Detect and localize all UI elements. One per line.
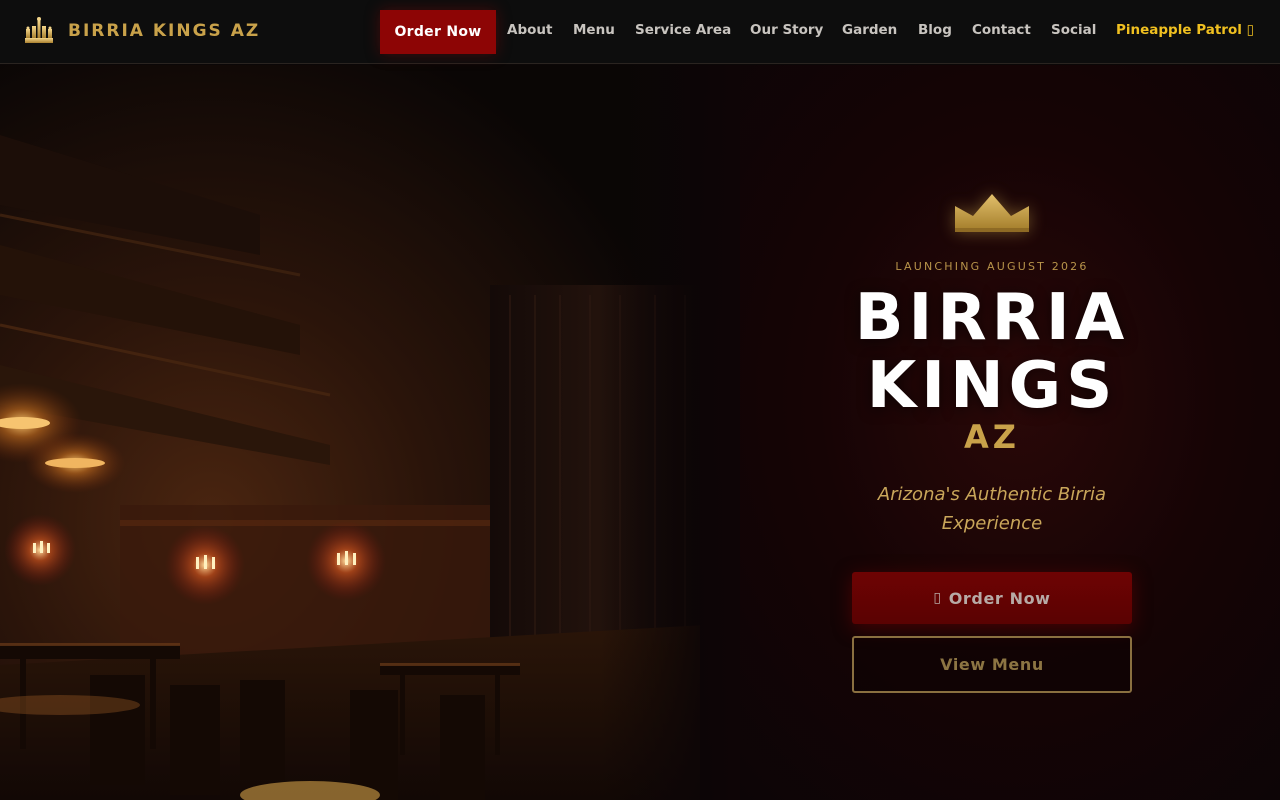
nav-order-now-button[interactable]: Order Now <box>380 10 496 54</box>
hero-title-line1: BIRRIA <box>854 281 1130 355</box>
nav-link-service-area[interactable]: Service Area <box>635 22 731 38</box>
launch-eyebrow: LAUNCHING AUGUST 2026 <box>895 260 1089 273</box>
crown-logo-icon <box>25 17 53 43</box>
top-navigation: BIRRIA KINGS AZ Order Now About Menu Ser… <box>0 0 1280 64</box>
nav-link-menu[interactable]: Menu <box>573 22 615 38</box>
hero-title-suffix: AZ <box>964 418 1020 456</box>
nav-link-about[interactable]: About <box>507 22 552 38</box>
brand-name: BIRRIA KINGS AZ <box>68 21 261 41</box>
nav-link-our-story[interactable]: Our Story <box>750 22 823 38</box>
hero-title: BIRRIA KINGS <box>812 284 1172 420</box>
crown-icon <box>955 194 1029 232</box>
nav-link-pineapple-patrol[interactable]: Pineapple Patrol ▯ <box>1116 22 1254 38</box>
nav-link-social[interactable]: Social <box>1051 22 1096 38</box>
nav-link-garden[interactable]: Garden <box>842 22 897 38</box>
hero-order-now-button[interactable]: ▯ Order Now <box>852 572 1132 624</box>
hero-title-line2: KINGS <box>866 349 1118 423</box>
view-menu-button[interactable]: View Menu <box>852 636 1132 693</box>
hero-order-now-label: Order Now <box>948 588 1051 608</box>
brand-home-link[interactable]: BIRRIA KINGS AZ <box>22 16 260 46</box>
order-icon: ▯ <box>933 590 942 606</box>
nav-link-blog[interactable]: Blog <box>918 22 952 38</box>
hero-tagline: Arizona's Authentic Birria Experience <box>877 484 1107 534</box>
hero-image-fade <box>600 65 740 800</box>
nav-link-contact[interactable]: Contact <box>972 22 1031 38</box>
